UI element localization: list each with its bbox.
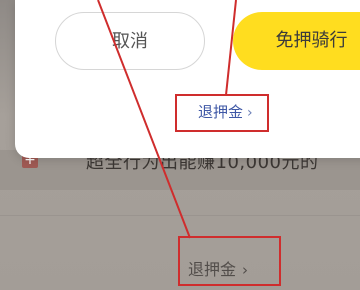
annotation-highlight-box [175, 94, 269, 132]
annotation-highlight-box [178, 236, 281, 286]
cancel-button[interactable]: 取消 [55, 12, 205, 70]
background-divider [0, 215, 360, 216]
deposit-free-ride-button[interactable]: 免押骑行 [233, 12, 360, 70]
deposit-modal: 取消 免押骑行 退押金 › [15, 0, 360, 158]
